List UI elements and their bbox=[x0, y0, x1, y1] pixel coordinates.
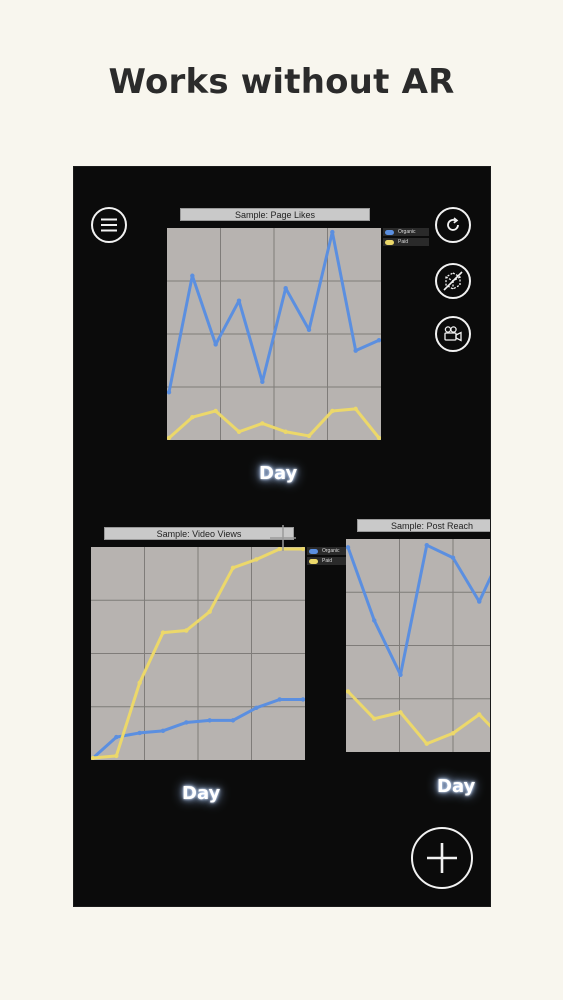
x-axis-label-page-likes: Day bbox=[259, 463, 298, 484]
data-point-organic bbox=[330, 229, 335, 235]
menu-icon bbox=[101, 218, 117, 232]
data-point-paid bbox=[236, 429, 242, 434]
legend-item-paid: Paid bbox=[383, 238, 429, 246]
data-point-organic bbox=[306, 327, 312, 333]
add-chart-button[interactable] bbox=[411, 827, 473, 889]
data-point-paid bbox=[300, 547, 305, 552]
crosshair-icon bbox=[270, 525, 296, 551]
data-point-paid bbox=[207, 609, 212, 614]
data-point-organic bbox=[300, 697, 305, 702]
data-point-paid bbox=[330, 408, 335, 414]
data-point-organic bbox=[160, 728, 166, 734]
x-axis-label-video-views: Day bbox=[182, 783, 221, 804]
data-point-organic bbox=[184, 720, 189, 725]
data-point-organic bbox=[277, 697, 282, 702]
data-point-paid bbox=[137, 680, 142, 685]
data-point-organic bbox=[260, 379, 265, 385]
ar-off-icon bbox=[443, 271, 463, 291]
data-point-paid bbox=[424, 741, 429, 746]
data-point-paid bbox=[353, 406, 358, 412]
ar-off-button[interactable] bbox=[435, 263, 471, 299]
data-point-organic bbox=[376, 338, 381, 343]
data-point-paid bbox=[398, 710, 403, 715]
data-point-paid bbox=[346, 689, 351, 694]
data-point-paid bbox=[114, 753, 119, 759]
refresh-icon bbox=[447, 217, 459, 231]
line-chart-page-likes bbox=[167, 228, 381, 440]
legend-label-paid: Paid bbox=[398, 239, 409, 245]
legend-page-likes: Organic Paid bbox=[383, 228, 429, 248]
legend-label-organic: Organic bbox=[398, 229, 416, 235]
line-chart-video-views bbox=[91, 547, 305, 760]
data-point-organic bbox=[114, 734, 119, 740]
legend-item-organic: Organic bbox=[383, 228, 429, 236]
headline: Works without AR bbox=[108, 62, 455, 102]
legend-label-paid: Paid bbox=[322, 558, 333, 564]
legend-swatch-organic bbox=[385, 229, 394, 235]
data-point-organic bbox=[283, 286, 288, 291]
data-point-paid bbox=[477, 712, 482, 717]
series-line-paid bbox=[346, 689, 490, 746]
data-point-organic bbox=[353, 348, 358, 353]
data-point-paid bbox=[372, 716, 377, 721]
line-chart-post-reach bbox=[346, 539, 490, 752]
chart-title-page-likes: Sample: Page Likes bbox=[180, 208, 370, 221]
chart-title-post-reach: Sample: Post Reach bbox=[357, 519, 490, 532]
x-axis-label-post-reach: Day bbox=[437, 776, 476, 797]
data-point-organic bbox=[137, 730, 142, 736]
data-point-organic bbox=[207, 718, 212, 723]
data-point-organic bbox=[346, 545, 351, 550]
video-camera-icon bbox=[444, 326, 462, 342]
data-point-paid bbox=[306, 433, 312, 439]
plot-area-post-reach[interactable] bbox=[346, 539, 490, 752]
chart-title-video-views: Sample: Video Views bbox=[104, 527, 294, 540]
legend-label-organic: Organic bbox=[322, 548, 340, 554]
data-point-organic bbox=[398, 672, 403, 677]
plus-icon bbox=[427, 843, 457, 873]
data-point-paid bbox=[184, 628, 189, 633]
app-screen: Sample: Page Likes Organic Paid Day Samp… bbox=[74, 167, 490, 906]
legend-swatch-paid bbox=[385, 239, 394, 245]
series-line-organic bbox=[346, 543, 490, 677]
plot-area-page-likes[interactable] bbox=[167, 228, 381, 440]
legend-swatch-organic bbox=[309, 548, 318, 554]
data-point-organic bbox=[372, 618, 377, 623]
menu-button[interactable] bbox=[91, 207, 127, 243]
plot-area-video-views[interactable] bbox=[91, 547, 305, 760]
data-point-organic bbox=[230, 718, 236, 723]
data-point-organic bbox=[424, 542, 429, 548]
data-point-paid bbox=[254, 557, 259, 562]
data-point-organic bbox=[190, 273, 195, 278]
data-point-organic bbox=[236, 298, 242, 303]
refresh-button[interactable] bbox=[435, 207, 471, 243]
legend-swatch-paid bbox=[309, 558, 318, 564]
data-point-paid bbox=[260, 421, 265, 426]
data-point-organic bbox=[477, 599, 482, 604]
data-point-organic bbox=[254, 705, 259, 711]
data-point-organic bbox=[450, 555, 456, 560]
data-point-paid bbox=[283, 429, 288, 434]
video-camera-button[interactable] bbox=[435, 316, 471, 352]
data-point-organic bbox=[167, 390, 172, 395]
data-point-paid bbox=[190, 415, 195, 420]
data-point-paid bbox=[230, 565, 236, 571]
data-point-paid bbox=[213, 408, 218, 414]
data-point-organic bbox=[213, 342, 218, 347]
data-point-paid bbox=[450, 731, 456, 736]
data-point-paid bbox=[160, 630, 166, 635]
